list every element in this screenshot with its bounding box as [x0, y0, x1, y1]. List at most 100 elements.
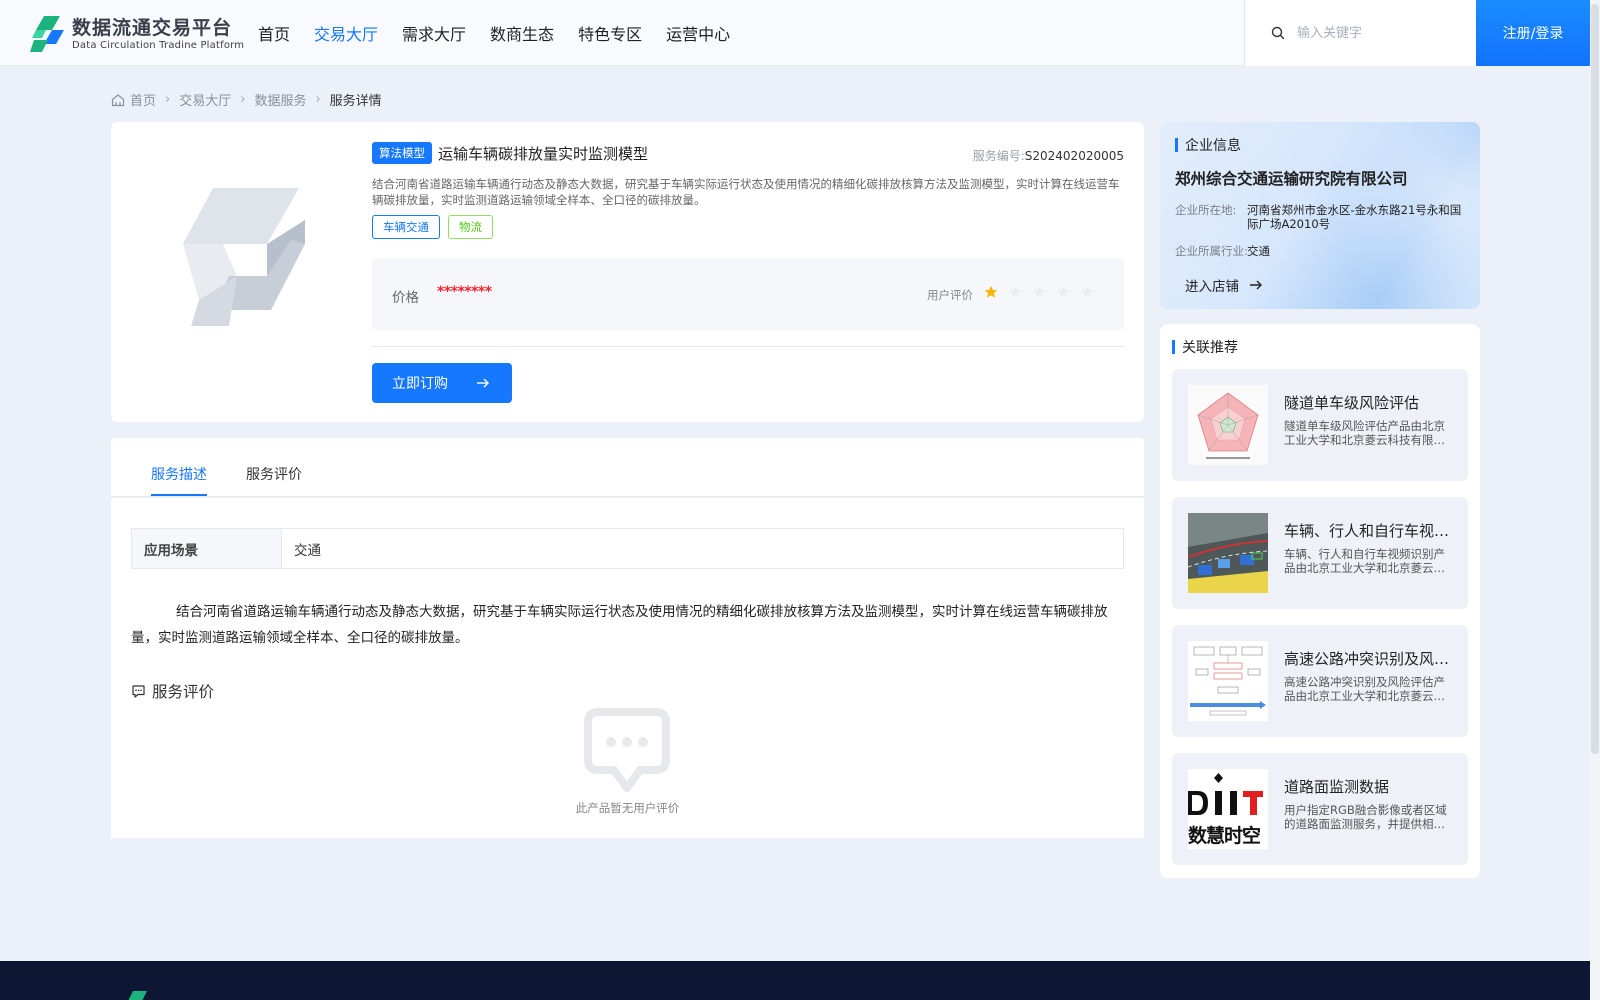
- recommend-item[interactable]: 高速公路冲突识别及风险评估 高速公路冲突识别及风险评估产品由北京工业大学和北京菱…: [1172, 625, 1468, 737]
- product-description: 结合河南省道路运输车辆通行动态及静态大数据，研究基于车辆实际运行状态及使用情况的…: [372, 177, 1120, 207]
- star-empty-icon: [1008, 285, 1022, 298]
- chevron-right-icon: ›: [315, 92, 321, 107]
- brand-logo-text: 数慧时空: [1188, 825, 1261, 847]
- product-card: 算法模型 运输车辆碳排放量实时监测模型 服务编号:S202402020005 结…: [111, 122, 1144, 422]
- tag-vehicle-traffic[interactable]: 车辆交通: [372, 215, 440, 239]
- empty-comment-icon: [584, 708, 670, 792]
- enterprise-location: 河南省郑州市金水区-金水东路21号永和国际广场A2010号: [1247, 203, 1462, 231]
- search-input[interactable]: [1297, 25, 1457, 41]
- chevron-right-icon: ›: [240, 92, 246, 107]
- arrow-right-icon: [477, 378, 489, 388]
- logo-icon: [30, 16, 64, 52]
- recommend-item-desc: 车辆、行人和自行车视频识别产品由北京工业大学和北京菱云科技有限公司联合开发: [1284, 547, 1445, 575]
- nav-demand-hall[interactable]: 需求大厅: [402, 21, 466, 45]
- tab-service-reviews[interactable]: 服务评价: [246, 464, 302, 484]
- logo-subtitle: Data Circulation Tradine Platform: [72, 39, 245, 51]
- home-icon: [111, 93, 125, 106]
- service-number-value: S202402020005: [1024, 149, 1124, 163]
- road-photo-thumbnail: [1188, 513, 1268, 593]
- detail-card: 服务描述 服务评价 应用场景 交通 结合河南省道路运输车辆通行动态及静态大数据，…: [111, 438, 1144, 838]
- recommend-section-title: 关联推荐: [1172, 337, 1238, 357]
- recommend-thumbnail: [1188, 513, 1268, 593]
- nav-home[interactable]: 首页: [258, 21, 290, 45]
- search-icon[interactable]: [1271, 26, 1285, 40]
- recommend-item-desc: 用户指定RGB融合影像或者区域的道路面监测服务，并提供相关数据: [1284, 803, 1447, 831]
- breadcrumb-home[interactable]: 首页: [130, 90, 156, 109]
- recommend-item-title: 隧道单车级风险评估: [1284, 394, 1420, 412]
- active-tab-indicator: [151, 494, 207, 496]
- enterprise-section-label: 企业信息: [1185, 138, 1241, 154]
- product-type-badge: 算法模型: [372, 142, 432, 164]
- product-title: 运输车辆碳排放量实时监测模型: [438, 144, 649, 163]
- enterprise-location-label: 企业所在地:: [1175, 203, 1237, 217]
- recommend-section-label: 关联推荐: [1182, 340, 1238, 356]
- recommend-thumbnail: [1188, 385, 1268, 465]
- rating-label: 用户评价: [927, 288, 973, 302]
- enterprise-industry: 交通: [1247, 244, 1270, 258]
- star-rating: [984, 285, 1104, 299]
- star-empty-icon: [1080, 285, 1094, 298]
- breadcrumb-data-service[interactable]: 数据服务: [254, 90, 306, 109]
- flow-diagram-thumbnail: [1188, 641, 1268, 721]
- arrow-right-icon: [1250, 280, 1262, 290]
- page-scrollbar[interactable]: [1590, 0, 1600, 1000]
- related-recommendations: 关联推荐 隧道单车级风险评估 隧道单车级风险评估产品由北京工业大学和北京菱云科技…: [1160, 324, 1480, 878]
- product-placeholder-logo: [183, 188, 305, 326]
- recommend-item-title: 道路面监测数据: [1284, 778, 1390, 796]
- service-long-description: 结合河南省道路运输车辆通行动态及静态大数据，研究基于车辆实际运行状态及使用情况的…: [131, 604, 1108, 646]
- nav-ecosystem[interactable]: 数商生态: [490, 21, 554, 45]
- breadcrumb-trading-hall[interactable]: 交易大厅: [179, 90, 231, 109]
- breadcrumb: 首页 › 交易大厅 › 数据服务 › 服务详情: [111, 90, 382, 109]
- page-footer: [0, 961, 1590, 1000]
- footer-logo-icon: [128, 991, 147, 1000]
- recommend-item-title: 车辆、行人和自行车视频识别: [1284, 522, 1454, 540]
- login-register-button[interactable]: 注册/登录: [1476, 0, 1590, 66]
- star-empty-icon: [1056, 285, 1070, 298]
- chevron-right-icon: ›: [165, 92, 171, 107]
- tab-service-description[interactable]: 服务描述: [151, 464, 207, 484]
- nav-operation-center[interactable]: 运营中心: [666, 21, 730, 45]
- recommend-item[interactable]: 数慧时空 道路面监测数据 用户指定RGB融合影像或者区域的道路面监测服务，并提供…: [1172, 753, 1468, 865]
- enterprise-industry-label: 企业所属行业:: [1175, 244, 1248, 258]
- detail-tabs: 服务描述 服务评价: [111, 438, 1144, 498]
- empty-review-text: 此产品暂无用户评价: [575, 801, 680, 815]
- nav-trading-hall[interactable]: 交易大厅: [314, 21, 378, 45]
- order-now-button[interactable]: 立即订购: [372, 363, 512, 403]
- scene-value: 交通: [294, 542, 321, 559]
- divider: [372, 346, 1124, 347]
- enterprise-info-card: 企业信息 郑州综合交通运输研究院有限公司 企业所在地: 河南省郑州市金水区-金水…: [1160, 122, 1480, 309]
- tag-logistics[interactable]: 物流: [448, 215, 493, 239]
- site-logo[interactable]: 数据流通交易平台 Data Circulation Tradine Platfo…: [30, 14, 244, 54]
- recommend-thumbnail: [1188, 641, 1268, 721]
- enter-shop-link[interactable]: 进入店铺: [1185, 275, 1263, 295]
- top-header: 数据流通交易平台 Data Circulation Tradine Platfo…: [0, 0, 1590, 66]
- star-filled-icon: [984, 285, 998, 298]
- star-empty-icon: [1032, 285, 1046, 298]
- recommend-thumbnail: 数慧时空: [1188, 769, 1268, 849]
- enterprise-name: 郑州综合交通运输研究院有限公司: [1175, 170, 1408, 188]
- enter-shop-label: 进入店铺: [1185, 279, 1239, 295]
- review-section-header: 服务评价: [131, 680, 214, 702]
- service-number: 服务编号:S202402020005: [973, 147, 1124, 164]
- nav-special-zone[interactable]: 特色专区: [578, 21, 642, 45]
- enterprise-location-row: 企业所在地: 河南省郑州市金水区-金水东路21号永和国际广场A2010号: [1175, 203, 1462, 231]
- order-now-label: 立即订购: [392, 376, 448, 392]
- breadcrumb-current: 服务详情: [329, 94, 382, 109]
- radar-chart-thumbnail: [1188, 385, 1268, 465]
- enterprise-section-title: 企业信息: [1175, 135, 1241, 155]
- review-section-title: 服务评价: [152, 683, 215, 701]
- scrollbar-thumb[interactable]: [1591, 4, 1599, 754]
- recommend-item-title: 高速公路冲突识别及风险评估: [1284, 650, 1454, 668]
- comment-icon: [132, 684, 145, 698]
- enterprise-industry-row: 企业所属行业: 交通: [1175, 244, 1462, 258]
- recommend-item-desc: 隧道单车级风险评估产品由北京工业大学和北京菱云科技有限公司联合开发: [1284, 419, 1445, 447]
- price-label: 价格: [392, 290, 419, 306]
- recommend-item-desc: 高速公路冲突识别及风险评估产品由北京工业大学和北京菱云科技有限公司联合开发: [1284, 675, 1445, 703]
- price-box: 价格 ******** 用户评价: [372, 258, 1124, 330]
- logo-title: 数据流通交易平台: [72, 16, 233, 39]
- product-tags: 车辆交通 物流: [372, 215, 501, 239]
- recommend-item[interactable]: 隧道单车级风险评估 隧道单车级风险评估产品由北京工业大学和北京菱云科技有限公司联…: [1172, 369, 1468, 481]
- recommend-item[interactable]: 车辆、行人和自行车视频识别 车辆、行人和自行车视频识别产品由北京工业大学和北京菱…: [1172, 497, 1468, 609]
- application-scene-table: 应用场景 交通: [131, 528, 1124, 569]
- main-nav: 首页 交易大厅 需求大厅 数商生态 特色专区 运营中心: [258, 0, 754, 66]
